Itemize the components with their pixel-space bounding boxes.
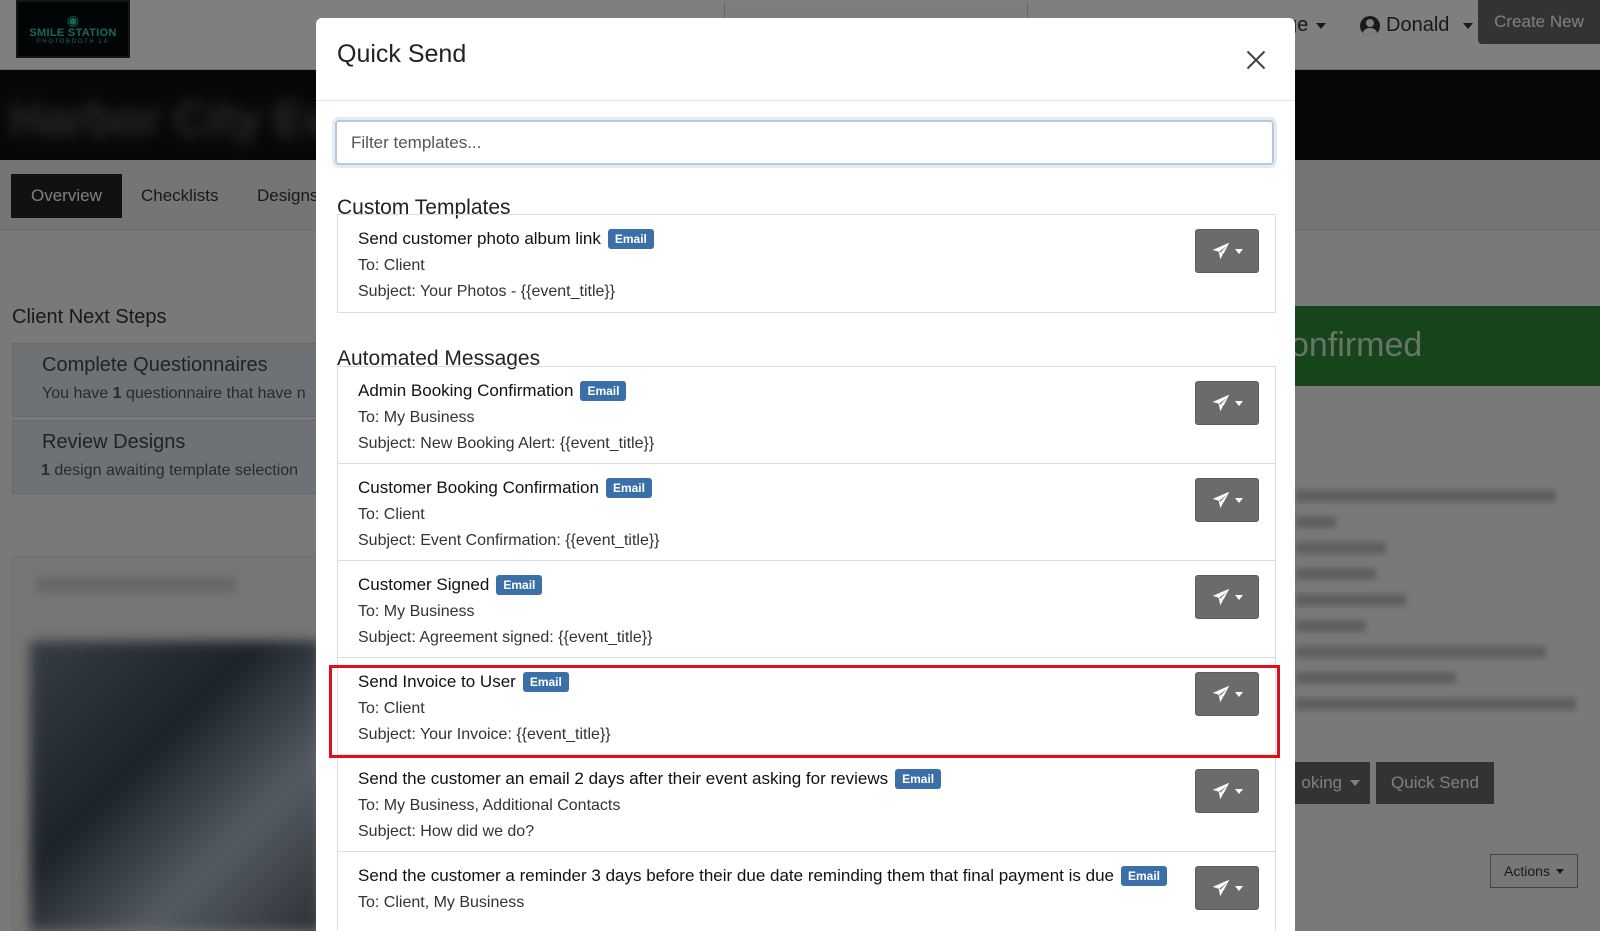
template-recipient: To: Client	[358, 700, 425, 717]
chevron-down-icon	[1234, 691, 1243, 697]
send-dropdown-button[interactable]	[1195, 769, 1259, 813]
chevron-down-icon	[1234, 594, 1243, 600]
paper-plane-icon	[1212, 879, 1229, 897]
paper-plane-icon	[1212, 242, 1229, 260]
automated-messages-list: Admin Booking Confirmation Email To: My Bu…	[337, 366, 1276, 931]
email-badge: Email	[1121, 866, 1168, 886]
template-subject: Subject: Your Photos - {{event_title}}	[358, 283, 616, 300]
paper-plane-icon	[1212, 394, 1229, 412]
template-recipient: To: My Business, Additional Contacts	[358, 797, 621, 814]
template-item: Send customer photo album link Email To: C…	[338, 215, 1275, 312]
template-name: Send Invoice to User Email	[358, 672, 1275, 692]
chevron-down-icon	[1234, 497, 1243, 503]
template-item: Customer Signed Email To: My Business Subje…	[338, 561, 1275, 658]
email-badge: Email	[496, 575, 543, 595]
email-badge: Email	[895, 769, 942, 789]
template-item: Admin Booking Confirmation Email To: My Bu…	[338, 367, 1275, 464]
email-badge: Email	[522, 672, 569, 692]
paper-plane-icon	[1212, 685, 1229, 703]
send-dropdown-button[interactable]	[1195, 672, 1259, 716]
send-dropdown-button[interactable]	[1195, 575, 1259, 619]
template-subject: Subject: New Booking Alert: {{event_titl…	[358, 435, 655, 452]
template-name: Customer Booking Confirmation Email	[358, 478, 1275, 498]
template-item: Send the customer an email 2 days after …	[338, 755, 1275, 852]
send-dropdown-button[interactable]	[1195, 866, 1259, 910]
template-name: Send the customer an email 2 days after …	[358, 769, 1275, 789]
filter-templates-input[interactable]	[335, 120, 1274, 165]
email-badge: Email	[580, 381, 627, 401]
template-subject: Subject: Event Confirmation: {{event_tit…	[358, 532, 660, 549]
chevron-down-icon	[1234, 248, 1243, 254]
template-name: Customer Signed Email	[358, 575, 1275, 595]
template-recipient: To: My Business	[358, 409, 475, 426]
modal-header: Quick Send	[316, 18, 1295, 101]
email-badge: Email	[605, 478, 652, 498]
template-name: Send customer photo album link Email	[358, 229, 1275, 249]
template-recipient: To: Client	[358, 257, 425, 274]
quick-send-modal: Quick Send Custom Templates Send custome…	[316, 18, 1295, 931]
send-dropdown-button[interactable]	[1195, 381, 1259, 425]
paper-plane-icon	[1212, 491, 1229, 509]
modal-title: Quick Send	[337, 40, 467, 68]
chevron-down-icon	[1234, 885, 1243, 891]
paper-plane-icon	[1212, 782, 1229, 800]
template-subject: Subject: How did we do?	[358, 823, 535, 840]
template-item: Send Invoice to User Email To: Client Subje…	[338, 658, 1275, 755]
template-name: Send the customer a reminder 3 days befo…	[358, 866, 1275, 886]
template-recipient: To: Client	[358, 506, 425, 523]
send-dropdown-button[interactable]	[1195, 229, 1259, 273]
template-item: Send the customer a reminder 3 days befo…	[338, 852, 1275, 931]
chevron-down-icon	[1234, 788, 1243, 794]
template-recipient: To: My Business	[358, 603, 475, 620]
chevron-down-icon	[1234, 400, 1243, 406]
email-badge: Email	[607, 229, 654, 249]
template-recipient: To: Client, My Business	[358, 894, 525, 911]
template-subject: Subject: Your Invoice: {{event_title}}	[358, 726, 611, 743]
send-dropdown-button[interactable]	[1195, 478, 1259, 522]
template-name: Admin Booking Confirmation Email	[358, 381, 1275, 401]
template-item: Customer Booking Confirmation Email To: Cl…	[338, 464, 1275, 561]
paper-plane-icon	[1212, 588, 1229, 606]
custom-templates-list: Send customer photo album link Email To: C…	[337, 214, 1276, 313]
template-subject: Subject: Agreement signed: {{event_title…	[358, 629, 653, 646]
close-icon[interactable]	[1244, 48, 1268, 72]
